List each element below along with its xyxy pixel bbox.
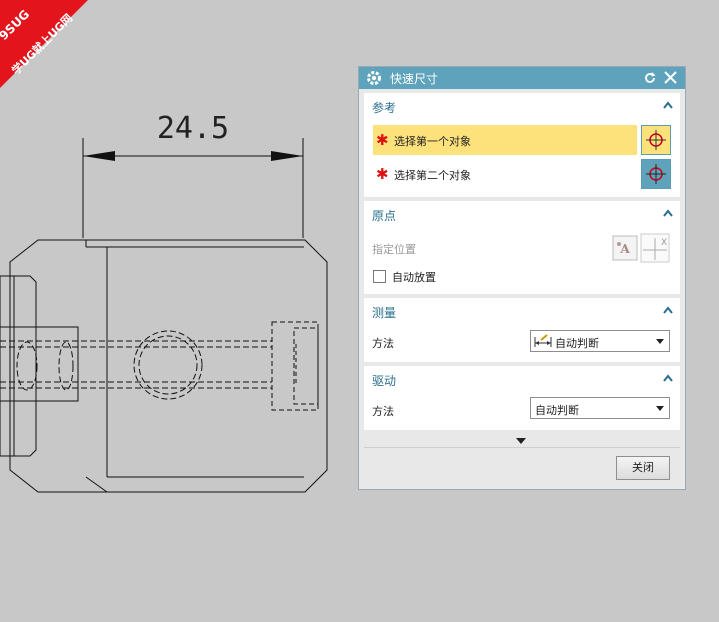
- chevron-up-icon[interactable]: [662, 304, 674, 316]
- hidden-feature-right: [271, 321, 319, 411]
- chevron-up-icon[interactable]: [662, 207, 674, 219]
- measure-method-value: 自动判断: [555, 337, 599, 350]
- dialog-titlebar[interactable]: 快速尺寸: [359, 67, 685, 89]
- chevron-up-icon[interactable]: [662, 372, 674, 384]
- more-options-icon[interactable]: [516, 438, 526, 444]
- required-star-icon: ✱: [376, 131, 389, 149]
- driving-method-label: 方法: [372, 405, 394, 418]
- hidden-hole-inner: [138, 335, 198, 395]
- second-object-label[interactable]: 选择第二个对象: [394, 167, 471, 183]
- part-outline[interactable]: [9, 239, 328, 493]
- dialog-title: 快速尺寸: [390, 72, 439, 86]
- reference-section: 参考 ✱ 选择第一个对象 ✱ 选择第二个对象: [364, 93, 680, 197]
- arrowhead-left: [83, 151, 115, 161]
- text-placement-icon[interactable]: A: [612, 235, 638, 261]
- reference-header[interactable]: 参考: [372, 99, 396, 116]
- origin-header[interactable]: 原点: [372, 207, 396, 224]
- first-object-label[interactable]: 选择第一个对象: [394, 133, 471, 149]
- left-boss: [0, 275, 37, 457]
- close-button[interactable]: 关闭: [616, 456, 670, 480]
- arrowhead-right: [271, 151, 303, 161]
- site-logo: 9SUG 学UG就上UG网: [0, 0, 90, 90]
- dropdown-arrow-icon: [656, 406, 664, 411]
- close-icon[interactable]: [663, 70, 678, 85]
- required-star-icon: ✱: [376, 165, 389, 183]
- driving-section: 驱动 方法 自动判断: [364, 366, 680, 430]
- auto-place-checkbox[interactable]: [373, 270, 386, 283]
- specify-location-label: 指定位置: [372, 243, 416, 256]
- dropdown-arrow-icon: [656, 339, 664, 344]
- reset-icon[interactable]: [643, 71, 657, 85]
- svg-text:X: X: [661, 238, 667, 248]
- measure-method-dropdown[interactable]: 自动判断: [530, 330, 670, 352]
- select-first-object-button[interactable]: [641, 125, 671, 155]
- origin-section: 原点 指定位置 A X 自动放置: [364, 201, 680, 294]
- divider: [364, 447, 680, 448]
- quick-dimension-dialog: 快速尺寸 参考 ✱ 选择第一个对象 ✱ 选择第二个对象 原点 指定位置 A X …: [358, 66, 686, 490]
- measure-method-label: 方法: [372, 337, 394, 350]
- driving-header[interactable]: 驱动: [372, 372, 396, 389]
- measure-header[interactable]: 测量: [372, 304, 396, 321]
- auto-place-label[interactable]: 自动放置: [392, 269, 436, 285]
- driving-method-dropdown[interactable]: 自动判断: [530, 397, 670, 419]
- select-second-object-button[interactable]: [641, 159, 671, 189]
- chevron-up-icon[interactable]: [662, 99, 674, 111]
- driving-method-value: 自动判断: [535, 404, 579, 417]
- point-dialog-icon[interactable]: X: [640, 233, 670, 263]
- dimension-text[interactable]: 24.5: [157, 111, 229, 146]
- crosshair-icon: [646, 130, 666, 150]
- crosshair-icon: [646, 164, 666, 184]
- measure-section: 测量 方法 自动判断: [364, 298, 680, 362]
- auto-infer-dimension-icon: [534, 334, 552, 347]
- gear-icon: [367, 71, 381, 85]
